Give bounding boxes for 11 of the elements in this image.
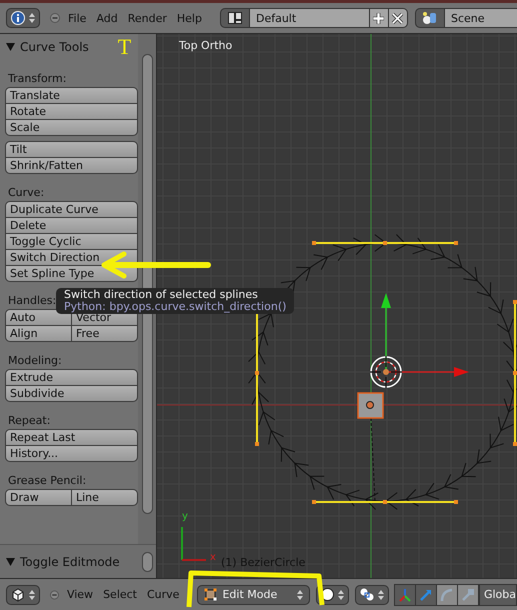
section-label: Modeling: bbox=[7, 353, 62, 369]
section-label: Repeat: bbox=[7, 413, 50, 429]
axis-label: y bbox=[182, 511, 188, 522]
axis-label: x bbox=[210, 552, 216, 563]
section-label: Handles: bbox=[7, 293, 56, 309]
hotkey-letter: T bbox=[118, 36, 132, 58]
section-label: Grease Pencil: bbox=[7, 473, 86, 489]
tooltip-text: Switch direction of selected splines bbox=[64, 289, 259, 301]
section-label: Transform: bbox=[7, 71, 66, 87]
view-label: Top Ortho bbox=[179, 39, 232, 52]
section-label: Curve: bbox=[7, 185, 44, 201]
